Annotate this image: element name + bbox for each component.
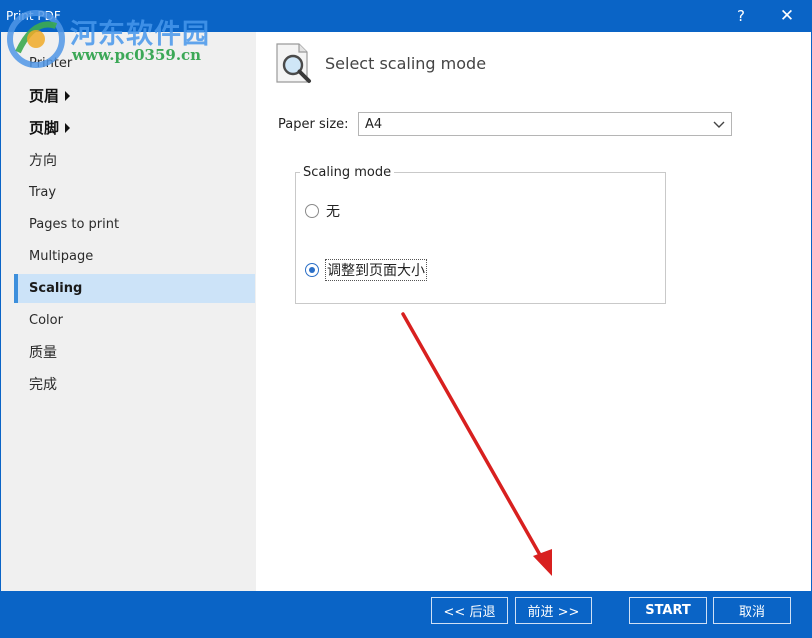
sidebar-item-quality[interactable]: 质量 xyxy=(14,337,255,366)
sidebar-item-footer[interactable]: 页脚 xyxy=(14,113,255,142)
sidebar-item-tray[interactable]: Tray xyxy=(14,178,255,207)
sidebar-item-label: 质量 xyxy=(29,344,57,361)
scaling-mode-legend: Scaling mode xyxy=(300,165,395,180)
sidebar-item-label: Printer xyxy=(29,56,73,71)
scaling-option-none[interactable]: 无 xyxy=(305,201,341,221)
sidebar-item-label: 方向 xyxy=(29,152,57,169)
scaling-option-fit-to-page[interactable]: 调整到页面大小 xyxy=(305,259,427,281)
content-panel: Select scaling mode Paper size: A4 Scali… xyxy=(256,32,811,591)
paper-size-label: Paper size: xyxy=(278,117,349,132)
sidebar-item-color[interactable]: Color xyxy=(14,306,255,335)
radio-button[interactable] xyxy=(305,204,319,218)
sidebar-item-label: Scaling xyxy=(29,281,83,296)
radio-label: 无 xyxy=(326,204,340,220)
radio-button[interactable] xyxy=(305,263,319,277)
page-title: Select scaling mode xyxy=(325,54,487,73)
print-pdf-window: Print PDF ? ✕ 河东软件园 www.pc0359.cn Printe… xyxy=(0,0,812,638)
sidebar-item-finish[interactable]: 完成 xyxy=(14,369,255,398)
sidebar-item-printer[interactable]: Printer xyxy=(14,49,255,78)
sidebar-item-label: Multipage xyxy=(29,249,94,264)
next-button[interactable]: 前进 >> xyxy=(515,597,592,624)
close-button[interactable]: ✕ xyxy=(764,0,810,32)
scaling-mode-group: Scaling mode 无 调整到页面大小 xyxy=(295,165,666,304)
sidebar-item-scaling[interactable]: Scaling xyxy=(14,274,255,303)
sidebar-item-multipage[interactable]: Multipage xyxy=(14,242,255,271)
sidebar-item-orientation[interactable]: 方向 xyxy=(14,145,255,174)
radio-label: 调整到页面大小 xyxy=(325,259,427,281)
sidebar-item-label: Pages to print xyxy=(29,217,120,232)
window-title: Print PDF xyxy=(6,9,61,23)
cancel-button[interactable]: 取消 xyxy=(713,597,791,624)
paper-size-value: A4 xyxy=(365,116,383,132)
back-button[interactable]: << 后退 xyxy=(431,597,508,624)
sidebar-item-label: Tray xyxy=(29,185,57,200)
expand-arrow-icon xyxy=(65,122,71,133)
title-bar: Print PDF ? ✕ xyxy=(0,0,812,32)
sidebar-item-label: 完成 xyxy=(29,376,57,393)
footer-bar: << 后退 前进 >> START 取消 xyxy=(6,591,806,633)
expand-arrow-icon xyxy=(65,90,71,101)
sidebar-item-pages-to-print[interactable]: Pages to print xyxy=(14,210,255,239)
start-button[interactable]: START xyxy=(629,597,707,624)
sidebar-item-label: 页眉 xyxy=(29,87,60,105)
help-button[interactable]: ? xyxy=(718,0,764,32)
sidebar: Printer 页眉 页脚 方向 Tray Pages to print Mul… xyxy=(1,32,256,591)
chevron-down-icon xyxy=(713,121,725,128)
sidebar-item-label: Color xyxy=(29,313,63,328)
sidebar-item-label: 页脚 xyxy=(29,119,60,137)
document-magnifier-icon xyxy=(276,43,311,83)
paper-size-select[interactable]: A4 xyxy=(358,112,732,136)
sidebar-item-header[interactable]: 页眉 xyxy=(14,81,255,110)
